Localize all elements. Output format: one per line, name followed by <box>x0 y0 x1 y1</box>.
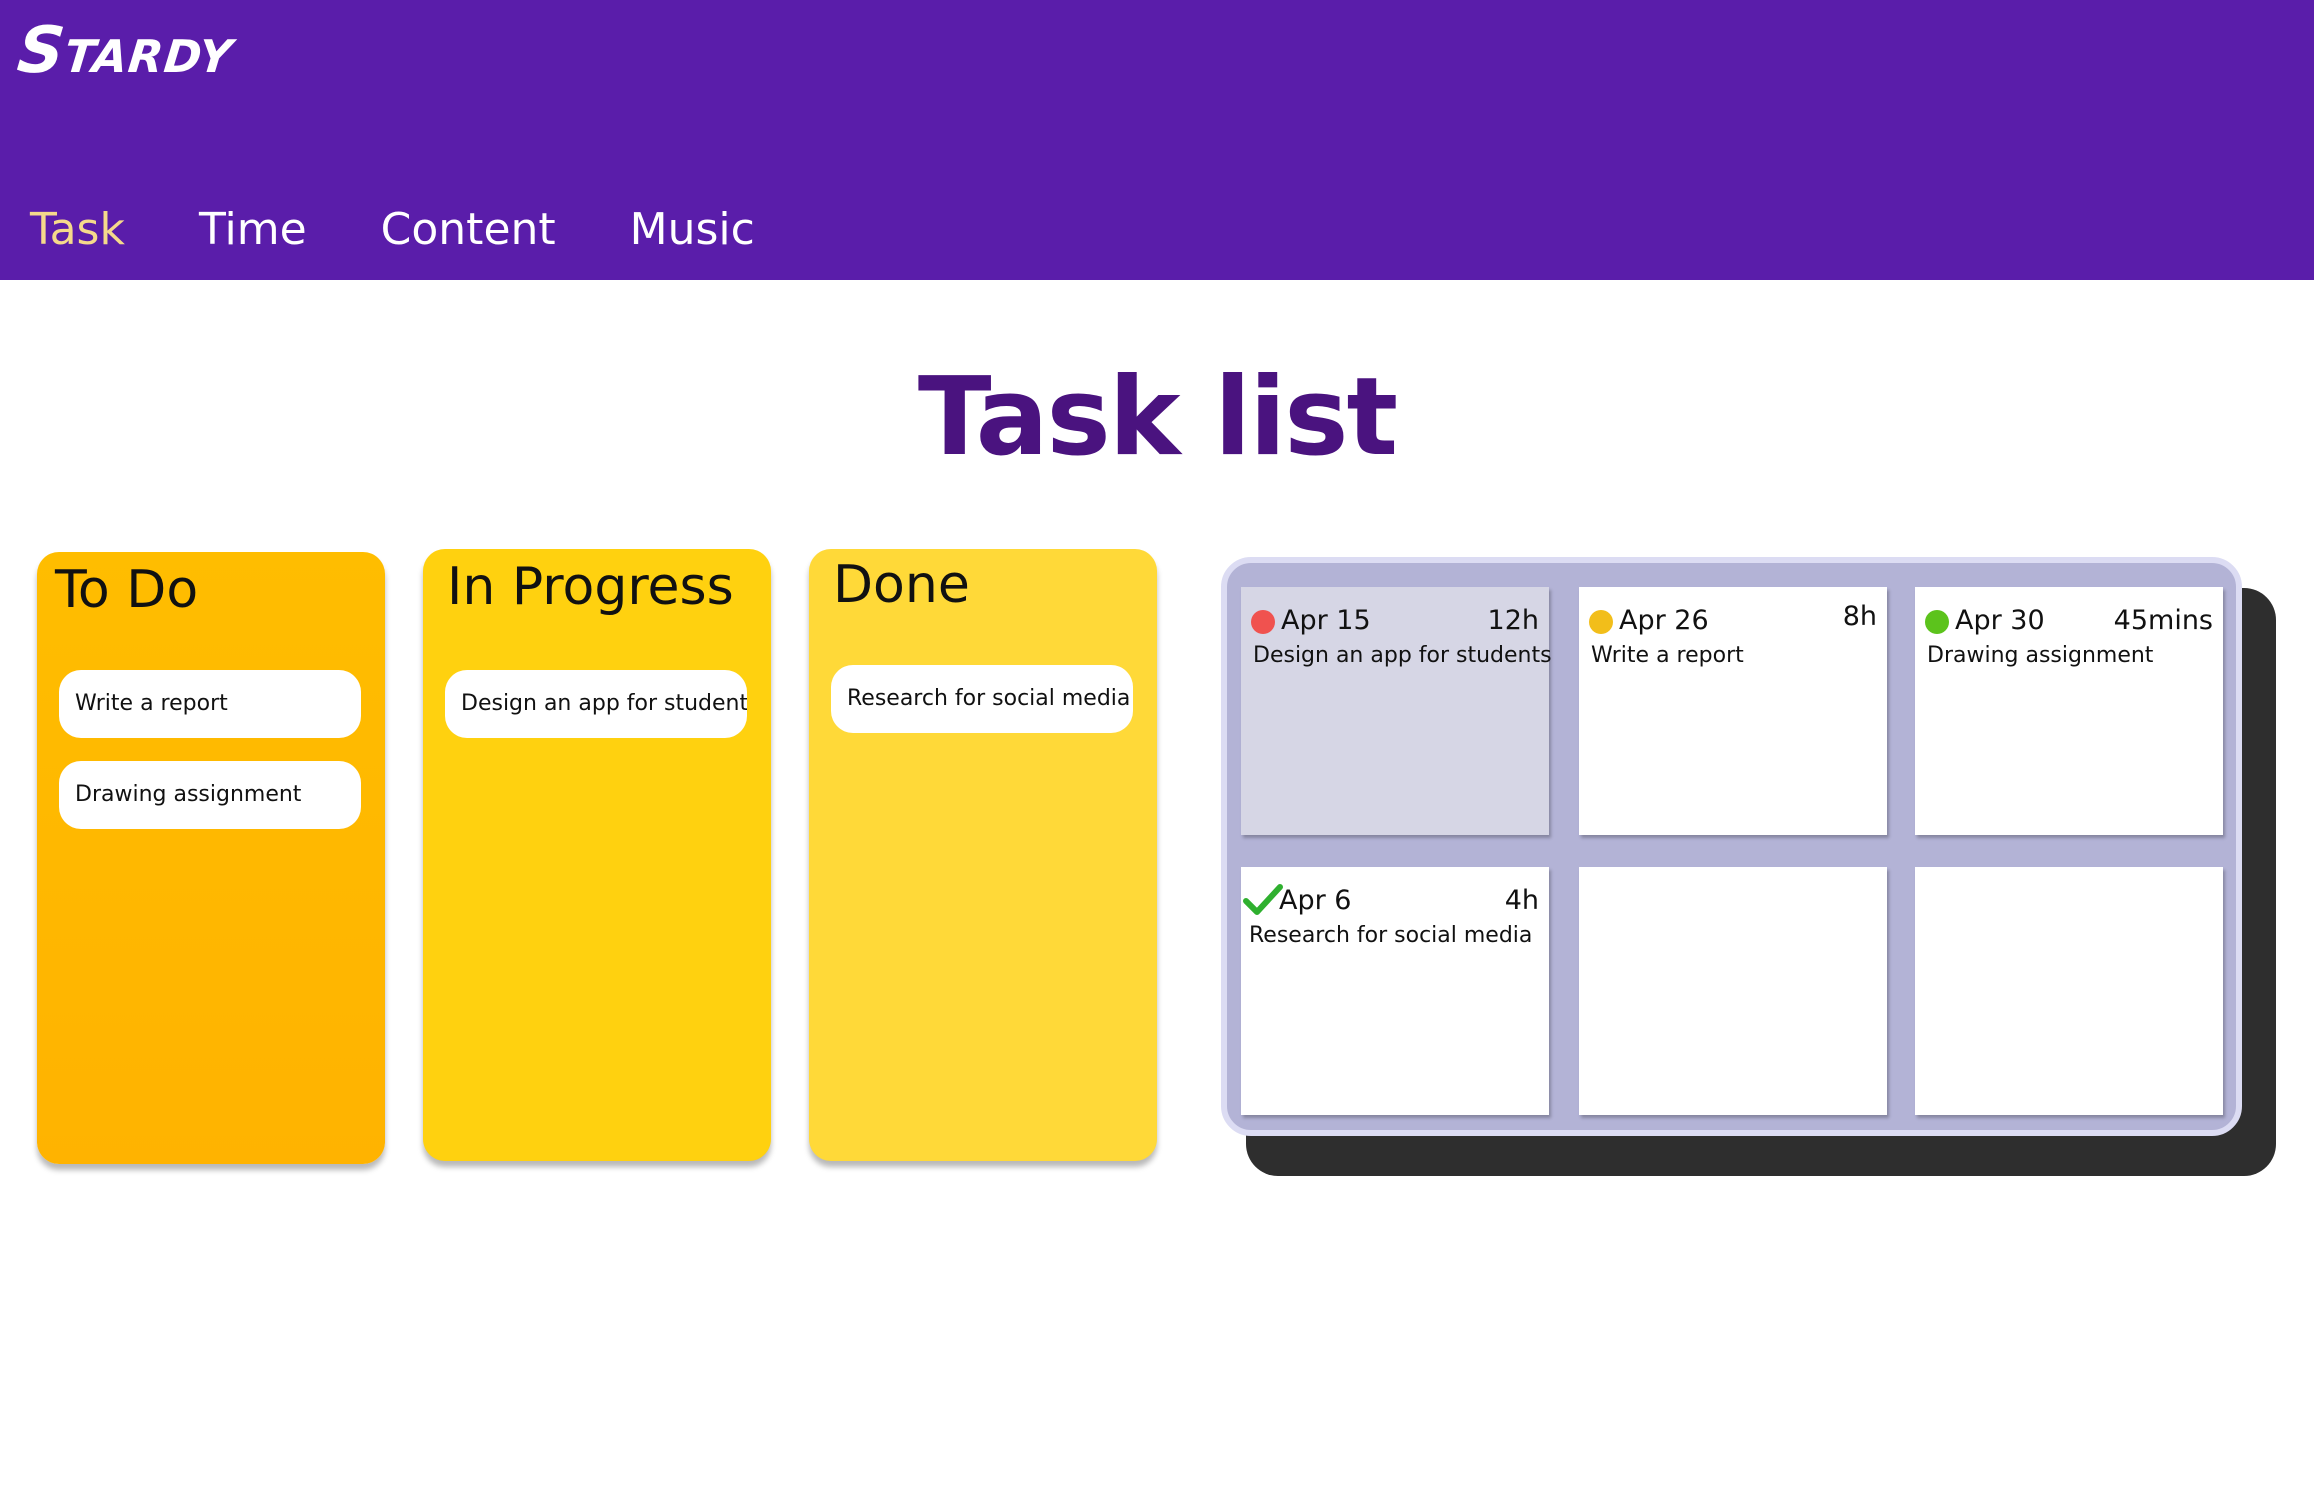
app-header: Stardy Task Time Content Music <box>0 0 2314 280</box>
task-item[interactable]: Write a report <box>59 670 361 738</box>
column-in-progress: In Progress Design an app for students <box>423 549 771 1161</box>
empty-schedule-card[interactable] <box>1579 867 1887 1115</box>
card-date: Apr 30 <box>1955 605 2045 636</box>
card-task: Research for social media <box>1249 923 1533 948</box>
page-title: Task list <box>917 355 1398 480</box>
card-date: Apr 26 <box>1619 605 1709 636</box>
task-item[interactable]: Design an app for students <box>445 670 747 738</box>
nav-tab-task[interactable]: Task <box>30 200 125 260</box>
card-duration: 8h <box>1842 601 1877 632</box>
nav-tab-time[interactable]: Time <box>199 200 307 260</box>
yellow-dot-icon <box>1589 610 1613 634</box>
card-duration: 4h <box>1504 885 1539 916</box>
column-todo: To Do Write a report Drawing assignment <box>37 552 385 1164</box>
column-title: To Do <box>55 560 199 620</box>
main-nav: Task Time Content Music <box>30 200 829 260</box>
schedule-board: Apr 15 12h Design an app for students Ap… <box>1221 557 2242 1136</box>
card-date: Apr 6 <box>1279 885 1352 916</box>
card-duration: 45mins <box>2113 605 2213 636</box>
checkmark-icon <box>1243 884 1283 915</box>
task-item[interactable]: Drawing assignment <box>59 761 361 829</box>
schedule-card[interactable]: Apr 15 12h Design an app for students <box>1241 587 1552 835</box>
nav-tab-content[interactable]: Content <box>381 200 556 260</box>
schedule-card[interactable]: Apr 30 45mins Drawing assignment <box>1915 587 2223 835</box>
schedule-card[interactable]: Apr 26 8h Write a report <box>1579 587 1887 835</box>
task-item[interactable]: Research for social media <box>831 665 1133 733</box>
card-duration: 12h <box>1487 605 1539 636</box>
card-task: Drawing assignment <box>1927 643 2154 668</box>
nav-tab-music[interactable]: Music <box>630 200 755 260</box>
red-dot-icon <box>1251 610 1275 634</box>
schedule-card[interactable]: Apr 6 4h Research for social media <box>1241 867 1549 1115</box>
column-title: Done <box>833 555 970 615</box>
column-title: In Progress <box>447 557 734 617</box>
empty-schedule-card[interactable] <box>1915 867 2223 1115</box>
column-done: Done Research for social media <box>809 549 1157 1161</box>
card-task: Write a report <box>1591 643 1744 668</box>
card-task: Design an app for students <box>1253 643 1552 668</box>
green-dot-icon <box>1925 610 1949 634</box>
card-date: Apr 15 <box>1281 605 1371 636</box>
app-logo[interactable]: Stardy <box>14 14 237 88</box>
